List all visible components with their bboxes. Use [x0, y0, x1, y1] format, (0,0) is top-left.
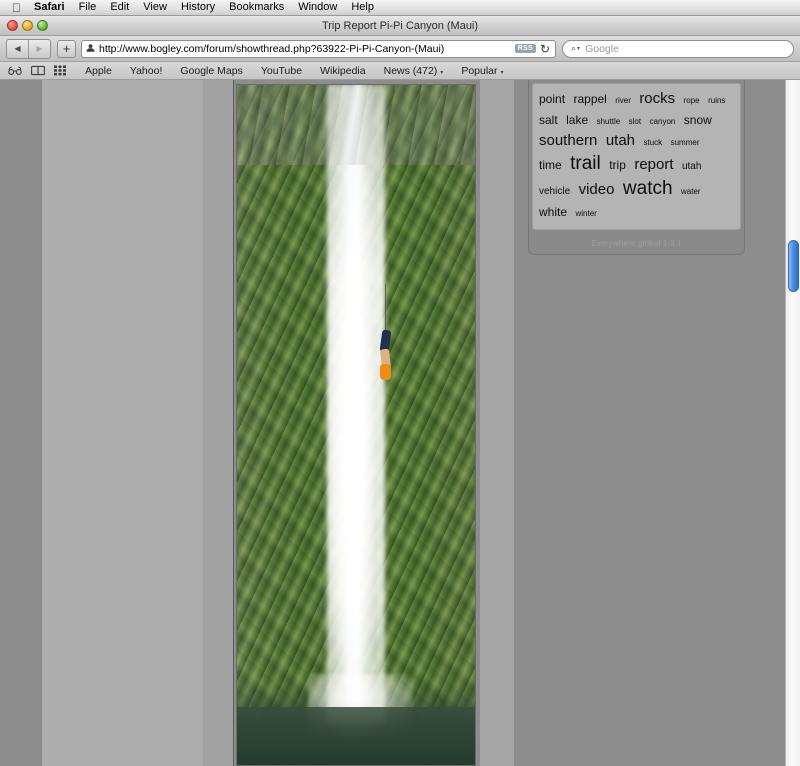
window-title: Trip Report Pi-Pi Canyon (Maui) [321, 19, 479, 32]
bookmark-label: Yahoo! [129, 64, 163, 77]
address-bar[interactable]: http://www.bogley.com/forum/showthread.p… [81, 39, 556, 58]
search-icon: ⌕ [571, 43, 577, 53]
add-bookmark-button[interactable]: + [57, 39, 76, 58]
search-field[interactable]: ⌕ ▾ Google [562, 39, 794, 58]
site-security-icon [86, 44, 95, 52]
url-text: http://www.bogley.com/forum/showthread.p… [99, 42, 445, 55]
book-icon[interactable] [31, 65, 45, 76]
grid-icon[interactable] [54, 65, 67, 76]
tag-trip[interactable]: trip [609, 158, 626, 172]
tag-cloud-widget: point rappel river rocks rope ruins salt… [528, 80, 745, 255]
browser-toolbar: ◀ ▶ + http://www.bogley.com/forum/showth… [0, 36, 800, 62]
tag-stuck[interactable]: stuck [643, 138, 662, 147]
page-left-gutter [0, 80, 42, 766]
menu-bar:  Safari File Edit View History Bookmark… [0, 0, 800, 16]
bookmark-google-maps[interactable]: Google Maps [171, 65, 251, 77]
rss-badge[interactable]: RSS [514, 44, 536, 53]
tag-rappel[interactable]: rappel [573, 92, 606, 106]
scrollbar-thumb[interactable] [788, 240, 799, 292]
apple-logo-icon[interactable]:  [12, 2, 21, 14]
tag-lake[interactable]: lake [566, 113, 588, 127]
tag-summer[interactable]: summer [671, 138, 700, 147]
bookmark-news[interactable]: News (472) ▾ [375, 65, 453, 77]
page-sidebar-column [480, 80, 515, 766]
tag-rope[interactable]: rope [684, 96, 700, 105]
waterfall-column [327, 85, 385, 725]
tag-winter[interactable]: winter [575, 209, 596, 218]
tag-white[interactable]: white [539, 205, 567, 219]
plunge-pool [237, 707, 475, 765]
tag-shuttle[interactable]: shuttle [597, 117, 621, 126]
vertical-scrollbar[interactable] [785, 80, 800, 766]
menu-edit[interactable]: Edit [103, 0, 136, 15]
tag-water[interactable]: water [681, 187, 701, 196]
waterfall-image [237, 85, 475, 765]
tag-point[interactable]: point [539, 92, 565, 106]
tag-cloud-footer: Everywhere global 1.3.1 [591, 238, 682, 248]
bookmark-youtube[interactable]: YouTube [252, 65, 311, 77]
back-button[interactable]: ◀ [7, 39, 28, 58]
menu-view[interactable]: View [136, 0, 174, 15]
menu-help[interactable]: Help [344, 0, 381, 15]
bookmark-label: YouTube [260, 64, 303, 77]
tag-salt[interactable]: salt [539, 113, 558, 127]
tag-vehicle[interactable]: vehicle [539, 186, 570, 197]
trip-report-photo[interactable] [236, 84, 476, 766]
canyoneer-pack [379, 363, 391, 380]
tag-video[interactable]: video [579, 181, 615, 198]
browser-window: Trip Report Pi-Pi Canyon (Maui) ◀ ▶ + ht… [0, 16, 800, 766]
window-title-bar[interactable]: Trip Report Pi-Pi Canyon (Maui) [0, 16, 800, 36]
bookmark-label: News (472) [383, 64, 438, 77]
tag-report[interactable]: report [634, 156, 673, 173]
minimize-button[interactable] [22, 20, 33, 31]
bookmark-wikipedia[interactable]: Wikipedia [311, 65, 375, 77]
reader-glasses-icon[interactable] [8, 66, 22, 75]
tag-snow[interactable]: snow [684, 113, 712, 127]
page-viewport: point rappel river rocks rope ruins salt… [0, 80, 800, 766]
tag-rocks[interactable]: rocks [639, 90, 675, 107]
search-input[interactable]: Google [585, 43, 619, 55]
menu-window[interactable]: Window [291, 0, 344, 15]
chevron-down-icon: ▾ [500, 69, 504, 76]
tag-slot[interactable]: slot [629, 117, 641, 126]
chevron-down-icon: ▾ [440, 69, 444, 76]
menu-bookmarks[interactable]: Bookmarks [222, 0, 291, 15]
forward-button[interactable]: ▶ [28, 39, 50, 58]
tag-canyon[interactable]: canyon [650, 117, 676, 126]
tag-utah-2[interactable]: utah [682, 161, 701, 172]
search-dropdown-icon[interactable]: ▾ [577, 45, 580, 52]
page-inner-column [204, 80, 234, 766]
tag-southern[interactable]: southern [539, 132, 597, 149]
bookmarks-bar: Apple Yahoo! Google Maps YouTube Wikiped… [0, 62, 800, 80]
menu-file[interactable]: File [72, 0, 104, 15]
bookmark-label: Wikipedia [320, 64, 366, 77]
page-content-column [42, 80, 204, 766]
bookmark-label: Apple [85, 64, 112, 77]
tag-river[interactable]: river [615, 96, 631, 105]
tag-watch[interactable]: watch [623, 178, 673, 199]
tag-time[interactable]: time [539, 158, 562, 172]
bookmark-yahoo[interactable]: Yahoo! [121, 65, 172, 77]
close-button[interactable] [7, 20, 18, 31]
window-controls [7, 20, 48, 31]
bookmark-label: Popular [461, 64, 498, 77]
navigation-buttons: ◀ ▶ [6, 38, 51, 59]
bookmark-apple[interactable]: Apple [76, 65, 121, 77]
bookmark-popular[interactable]: Popular ▾ [452, 65, 512, 77]
rappel-rope [384, 283, 386, 334]
reload-icon[interactable]: ↻ [540, 43, 550, 55]
tag-trail[interactable]: trail [570, 153, 601, 174]
canyoneer-figure [379, 283, 392, 384]
bookmark-label: Google Maps [180, 64, 243, 77]
zoom-button[interactable] [37, 20, 48, 31]
menu-safari[interactable]: Safari [27, 0, 72, 15]
tag-utah[interactable]: utah [606, 132, 635, 149]
tag-ruins[interactable]: ruins [708, 96, 725, 105]
menu-history[interactable]: History [174, 0, 222, 15]
tag-cloud-body: point rappel river rocks rope ruins salt… [532, 83, 741, 230]
